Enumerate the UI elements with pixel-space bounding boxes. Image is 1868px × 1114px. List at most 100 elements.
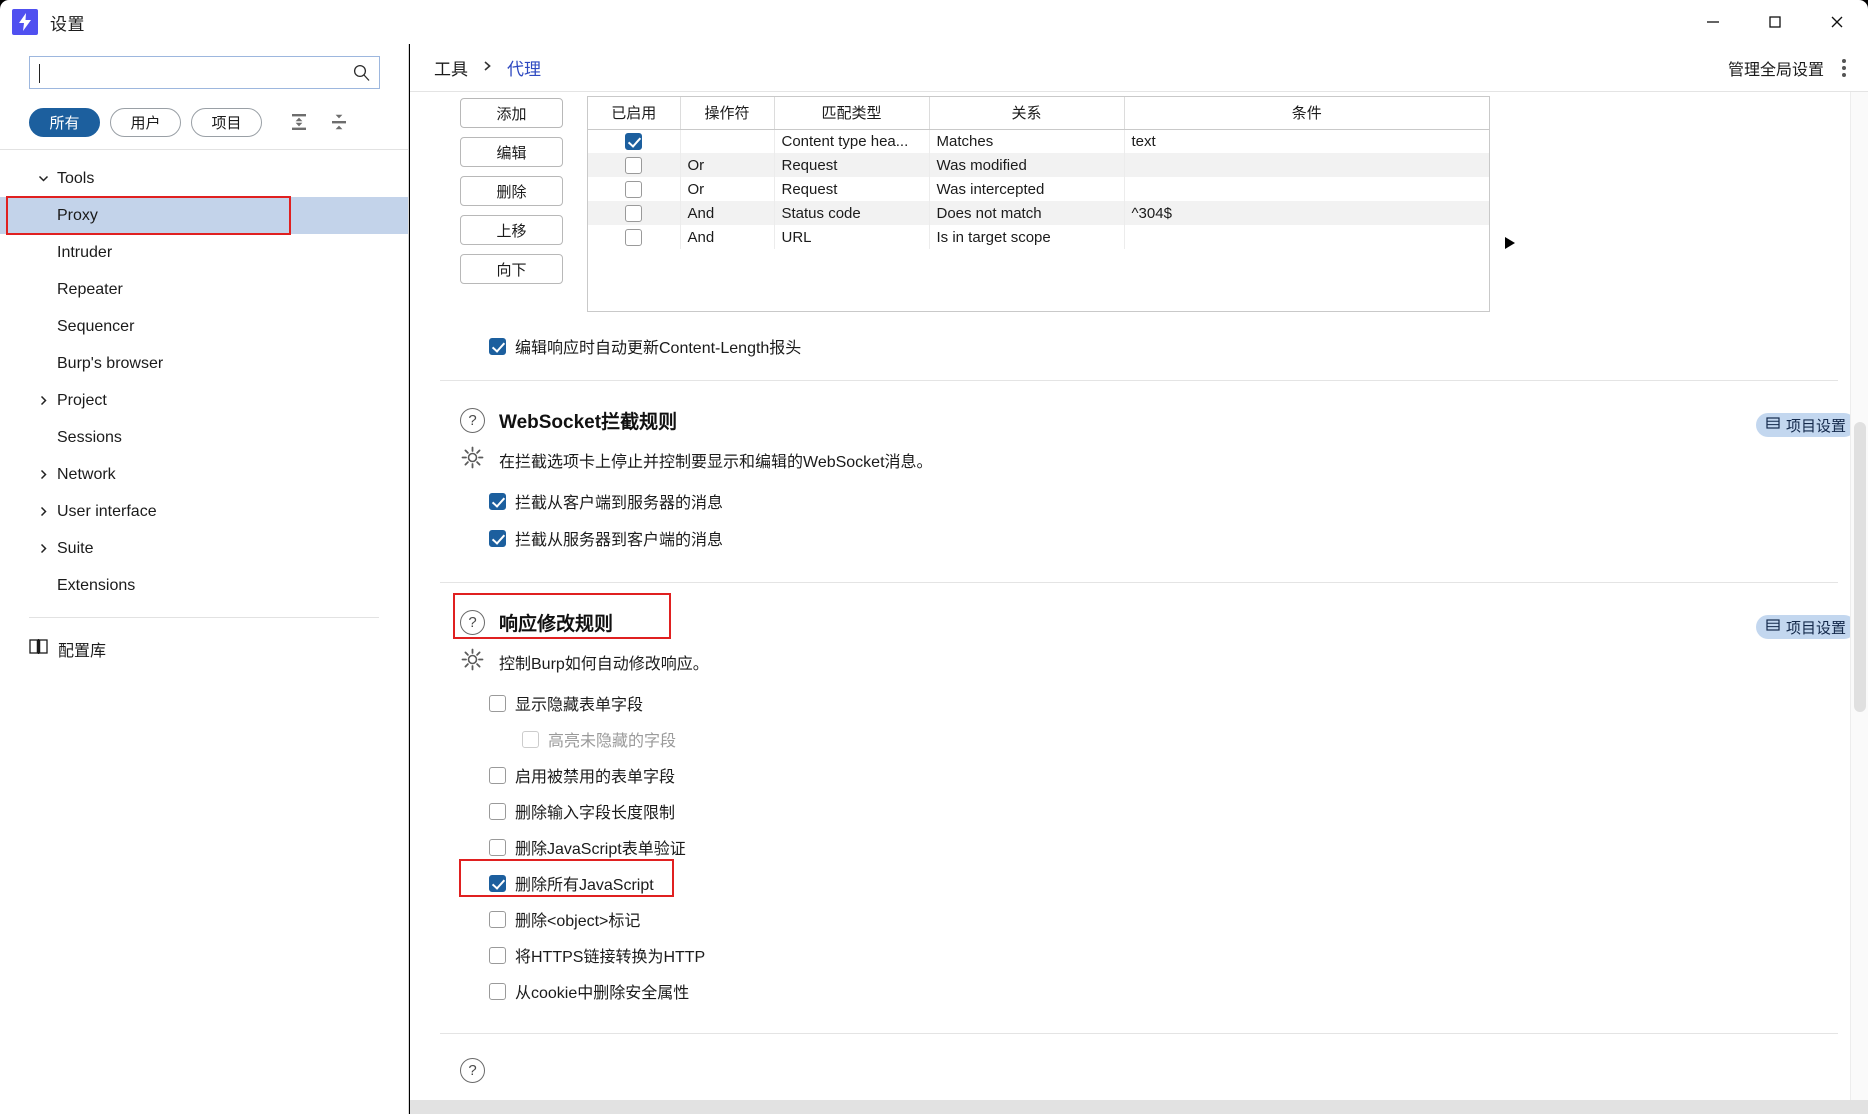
move-up-button[interactable]: 上移 <box>460 215 563 245</box>
tree-item-label: Sessions <box>57 428 122 446</box>
table-row[interactable]: And Status code Does not match ^304$ <box>588 201 1489 225</box>
remove-all-javascript-option[interactable]: 删除所有JavaScript <box>459 859 1868 897</box>
row-checkbox[interactable] <box>625 133 643 151</box>
gear-icon[interactable] <box>460 445 485 475</box>
highlight-unhidden-fields-checkbox <box>522 730 539 748</box>
option-label: 删除JavaScript表单验证 <box>515 841 686 858</box>
config-library-item[interactable]: 配置库 <box>0 618 408 661</box>
websocket-section-description-row: 在拦截选项卡上停止并控制要显示和编辑的WebSocket消息。 <box>410 445 1868 475</box>
row-enabled-cell[interactable] <box>588 129 681 153</box>
burp-lightning-icon <box>12 9 38 35</box>
row-enabled-cell[interactable] <box>588 225 681 249</box>
row-checkbox[interactable] <box>625 156 643 174</box>
search-icon <box>352 63 371 87</box>
convert-https-to-http-option[interactable]: 将HTTPS链接转换为HTTP <box>489 943 1868 967</box>
filter-pill-project[interactable]: 项目 <box>191 107 262 137</box>
table-row[interactable]: Content type hea... Matches text <box>588 129 1489 153</box>
table-row[interactable]: Or Request Was modified <box>588 153 1489 177</box>
remove-input-field-length-limits-checkbox[interactable] <box>489 802 506 820</box>
remove-secure-flag-from-cookies-option[interactable]: 从cookie中删除安全属性 <box>489 979 1868 1003</box>
more-vertical-icon[interactable] <box>1838 55 1850 81</box>
triangle-right-icon[interactable] <box>1490 174 1520 312</box>
tree-item-user-interface[interactable]: User interface <box>0 493 408 530</box>
minimize-button[interactable] <box>1682 0 1744 44</box>
project-settings-badge[interactable]: 项目设置 <box>1755 615 1856 639</box>
filter-pill-all[interactable]: 所有 <box>29 107 100 137</box>
tree-item-intruder[interactable]: Intruder <box>0 234 408 271</box>
text-caret <box>39 64 40 83</box>
tree-item-proxy[interactable]: Proxy <box>0 196 408 235</box>
tree-item-extensions[interactable]: Extensions <box>0 567 408 604</box>
websocket-options: 拦截从客户端到服务器的消息 拦截从服务器到客户端的消息 <box>410 489 1868 550</box>
vertical-scrollbar[interactable] <box>1850 92 1868 1114</box>
row-checkbox[interactable] <box>625 180 643 198</box>
breadcrumb-tools[interactable]: 工具 <box>434 55 468 80</box>
section-divider <box>440 582 1838 583</box>
row-checkbox[interactable] <box>625 228 643 246</box>
table-row[interactable]: Or Request Was intercepted <box>588 177 1489 201</box>
filter-pills: 所有 用户 项目 <box>0 101 408 150</box>
chevron-right-icon <box>33 506 53 517</box>
remove-secure-flag-from-cookies-checkbox[interactable] <box>489 982 506 1000</box>
row-enabled-cell[interactable] <box>588 153 681 177</box>
intercept-client-to-server-option[interactable]: 拦截从客户端到服务器的消息 <box>489 489 1868 513</box>
search-input[interactable] <box>30 57 379 88</box>
remove-all-javascript-checkbox[interactable] <box>489 874 506 892</box>
remove-object-tags-option[interactable]: 删除<object>标记 <box>489 907 1868 931</box>
row-condition-cell: ^304$ <box>1124 201 1489 225</box>
question-circle-icon[interactable]: ? <box>460 1058 485 1083</box>
tree-item-repeater[interactable]: Repeater <box>0 271 408 308</box>
maximize-button[interactable] <box>1744 0 1806 44</box>
tree-item-sessions[interactable]: Sessions <box>0 419 408 456</box>
remove-javascript-form-validation-option[interactable]: 删除JavaScript表单验证 <box>489 835 1868 859</box>
edit-rule-button[interactable]: 编辑 <box>460 137 563 167</box>
row-checkbox[interactable] <box>625 204 643 222</box>
tree-item-burps-browser[interactable]: Burp's browser <box>0 345 408 382</box>
enable-disabled-form-fields-option[interactable]: 启用被禁用的表单字段 <box>489 763 1868 787</box>
column-header-enabled[interactable]: 已启用 <box>588 97 681 130</box>
show-hidden-form-fields-option[interactable]: 显示隐藏表单字段 <box>489 691 1868 715</box>
add-rule-button[interactable]: 添加 <box>460 98 563 128</box>
column-header-match-type[interactable]: 匹配类型 <box>774 97 930 130</box>
scrollbar-thumb[interactable] <box>1854 422 1866 712</box>
table-row[interactable]: And URL Is in target scope <box>588 225 1489 249</box>
delete-rule-button[interactable]: 删除 <box>460 176 563 206</box>
auto-update-checkbox[interactable] <box>489 337 506 355</box>
row-enabled-cell[interactable] <box>588 177 681 201</box>
column-header-operator[interactable]: 操作符 <box>680 97 775 130</box>
column-header-condition[interactable]: 条件 <box>1124 97 1489 130</box>
row-enabled-cell[interactable] <box>588 201 681 225</box>
manage-global-settings-link[interactable]: 管理全局设置 <box>1728 56 1824 80</box>
intercept-client-to-server-checkbox[interactable] <box>489 492 506 510</box>
tree-item-suite[interactable]: Suite <box>0 530 408 567</box>
gear-icon[interactable] <box>460 647 485 677</box>
show-hidden-form-fields-checkbox[interactable] <box>489 694 506 712</box>
close-button[interactable] <box>1806 0 1868 44</box>
project-settings-badge[interactable]: 项目设置 <box>1755 413 1856 437</box>
tree-item-project[interactable]: Project <box>0 382 408 419</box>
tree-item-tools[interactable]: Tools <box>0 160 408 197</box>
bottom-strip <box>410 1100 1868 1114</box>
remove-object-tags-checkbox[interactable] <box>489 910 506 928</box>
move-down-button[interactable]: 向下 <box>460 254 563 284</box>
remove-input-field-length-limits-option[interactable]: 删除输入字段长度限制 <box>489 799 1868 823</box>
expand-all-icon[interactable] <box>284 107 314 137</box>
column-header-relationship[interactable]: 关系 <box>929 97 1125 130</box>
breadcrumb-proxy[interactable]: 代理 <box>507 55 541 80</box>
breadcrumb-bar: 工具 代理 管理全局设置 <box>410 44 1868 92</box>
search-box[interactable] <box>29 56 380 89</box>
tree-item-network[interactable]: Network <box>0 456 408 493</box>
question-circle-icon[interactable]: ? <box>460 408 485 433</box>
collapse-all-icon[interactable] <box>324 107 354 137</box>
convert-https-to-http-checkbox[interactable] <box>489 946 506 964</box>
filter-pill-user[interactable]: 用户 <box>110 107 181 137</box>
enable-disabled-form-fields-checkbox[interactable] <box>489 766 506 784</box>
intercept-server-to-client-checkbox[interactable] <box>489 529 506 547</box>
tree-item-sequencer[interactable]: Sequencer <box>0 308 408 345</box>
auto-update-content-length-option[interactable]: 编辑响应时自动更新Content-Length报头 <box>489 334 1868 358</box>
remove-javascript-form-validation-checkbox[interactable] <box>489 838 506 856</box>
rules-table-wrapper[interactable]: 已启用 操作符 匹配类型 关系 条件 Content type hea... M… <box>587 96 1490 312</box>
question-circle-icon[interactable]: ? <box>460 610 485 635</box>
next-section-header-partial: ? <box>410 1058 1868 1083</box>
intercept-server-to-client-option[interactable]: 拦截从服务器到客户端的消息 <box>489 526 1868 550</box>
